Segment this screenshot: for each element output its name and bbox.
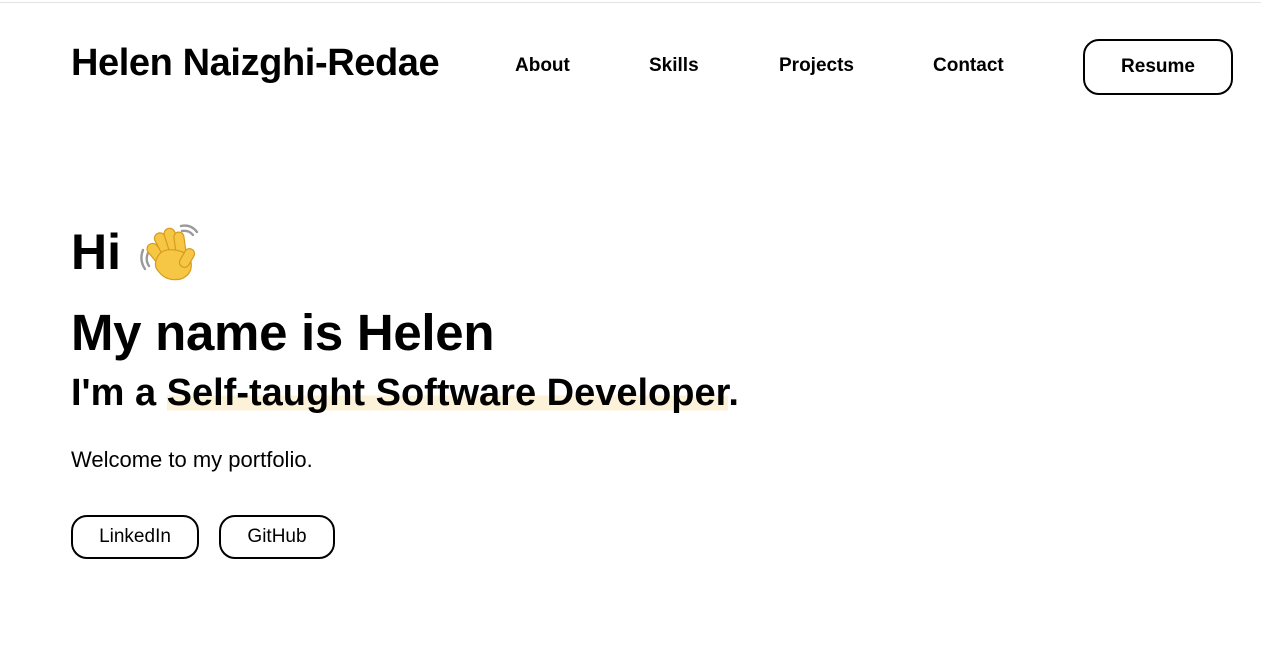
hero-intro: My name is Helen	[71, 304, 495, 361]
greeting-text: Hi	[71, 224, 121, 280]
role-prefix: I'm a	[71, 372, 167, 414]
waving-hand-icon	[137, 222, 201, 282]
nav-link-about[interactable]: About	[515, 55, 570, 77]
resume-button[interactable]: Resume	[1083, 39, 1233, 95]
linkedin-button[interactable]: LinkedIn	[71, 515, 199, 559]
site-brand[interactable]: Helen Naizghi-Redae	[71, 42, 440, 85]
top-divider	[0, 2, 1261, 3]
nav-link-skills[interactable]: Skills	[649, 55, 699, 77]
hero-greeting: Hi	[71, 222, 201, 282]
github-button[interactable]: GitHub	[219, 515, 335, 559]
hero-role: I'm a Self-taught Software Developer.	[71, 368, 739, 418]
nav-link-contact[interactable]: Contact	[933, 55, 1004, 77]
role-suffix: .	[728, 372, 739, 414]
nav-link-projects[interactable]: Projects	[779, 55, 854, 77]
welcome-text: Welcome to my portfolio.	[71, 447, 313, 472]
role-highlight: Self-taught Software Developer	[166, 372, 729, 414]
